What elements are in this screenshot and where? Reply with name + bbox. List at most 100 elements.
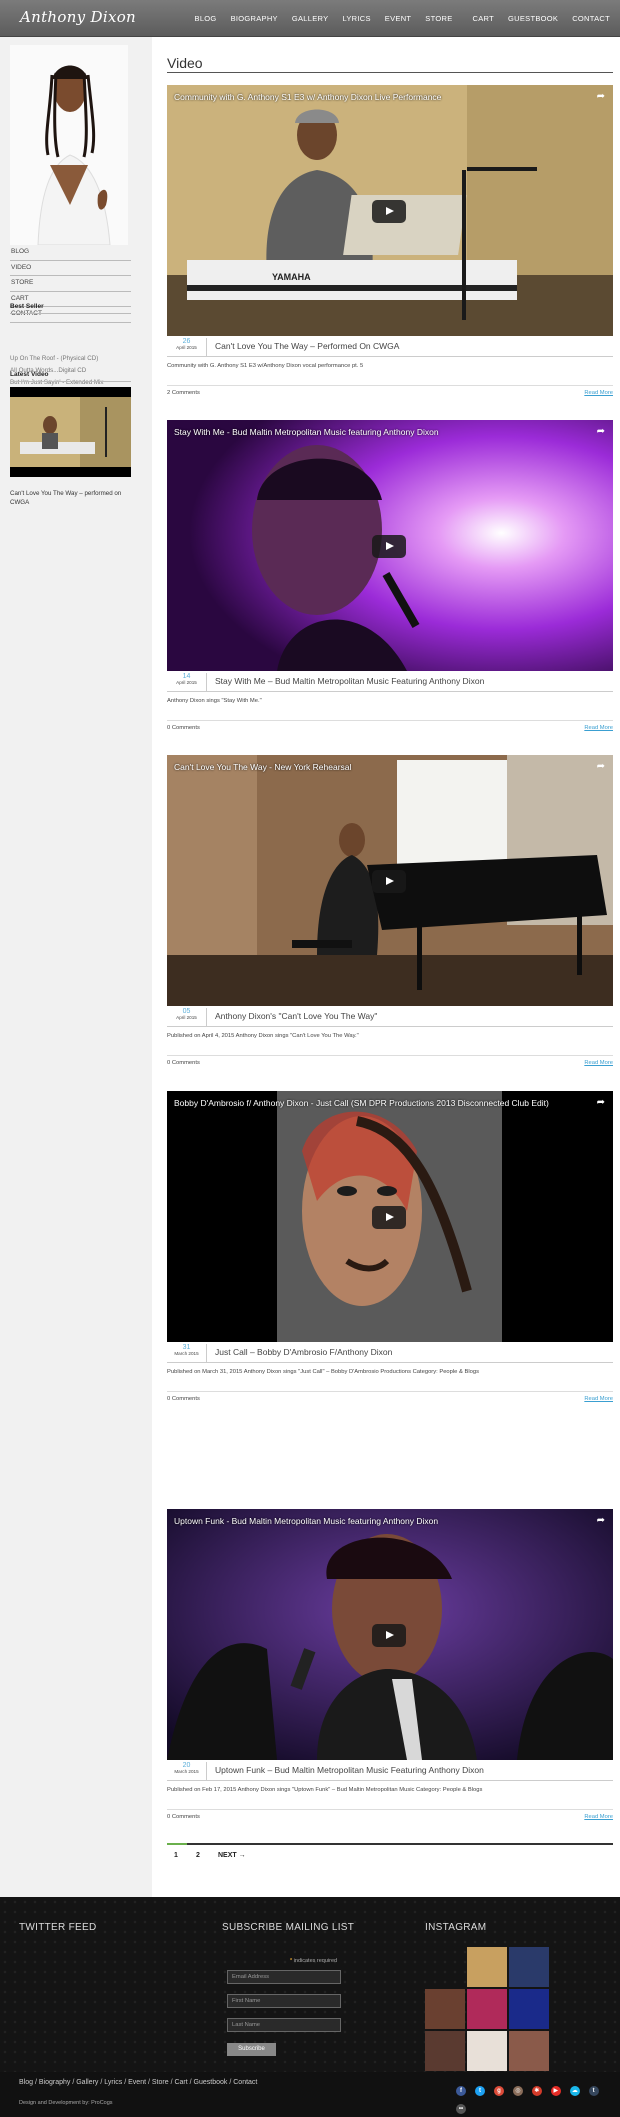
share-icon[interactable]: ➦ <box>597 1097 605 1108</box>
video-title[interactable]: Community with G. Anthony S1 E3 w/ Antho… <box>174 92 441 102</box>
play-button[interactable] <box>372 1206 406 1229</box>
play-button[interactable] <box>372 870 406 893</box>
video-player[interactable]: Bobby D'Ambrosio f/ Anthony Dixon - Just… <box>167 1091 613 1342</box>
video-title[interactable]: Can't Love You The Way - New York Rehear… <box>174 762 351 772</box>
post-title[interactable]: Anthony Dixon's "Can't Love You The Way" <box>215 1011 377 1021</box>
best-seller-item[interactable]: Up On The Roof - (Physical CD) <box>10 355 104 367</box>
post-title[interactable]: Just Call – Bobby D'Ambrosio F/Anthony D… <box>215 1347 392 1357</box>
comments-link[interactable]: 0 Comments <box>167 725 200 731</box>
last-name-field[interactable]: Last Name <box>227 2018 341 2032</box>
nav-gallery[interactable]: GALLERY <box>292 14 329 23</box>
instagram-photo[interactable] <box>467 1989 507 2029</box>
footer-link-event[interactable]: Event <box>128 2079 146 2086</box>
youtube-icon[interactable]: ▶ <box>550 2086 561 2096</box>
nav-biography[interactable]: BIOGRAPHY <box>231 14 278 23</box>
pagination-active-indicator <box>167 1843 187 1845</box>
video-title[interactable]: Bobby D'Ambrosio f/ Anthony Dixon - Just… <box>174 1098 549 1108</box>
page-1-link[interactable]: 1 <box>174 1852 178 1859</box>
facebook-icon[interactable]: f <box>456 2086 466 2096</box>
footer-link-store[interactable]: Store <box>152 2079 169 2086</box>
google-plus-icon[interactable]: g <box>493 2086 504 2096</box>
site-logo[interactable]: Anthony Dixon <box>20 8 136 26</box>
video-title[interactable]: Uptown Funk - Bud Maltin Metropolitan Mu… <box>174 1516 438 1526</box>
latest-video-caption[interactable]: Can't Love You The Way – performed on CW… <box>10 489 135 507</box>
video-player[interactable]: Uptown Funk - Bud Maltin Metropolitan Mu… <box>167 1509 613 1760</box>
instagram-icon[interactable]: ◎ <box>512 2086 523 2096</box>
footer-link-biography[interactable]: Biography <box>39 2079 71 2086</box>
video-post: Stay With Me - Bud Maltin Metropolitan M… <box>167 420 613 734</box>
twitter-icon[interactable]: t <box>474 2086 485 2096</box>
comments-link[interactable]: 0 Comments <box>167 1814 200 1820</box>
instagram-photo[interactable] <box>467 2031 507 2071</box>
post-title[interactable]: Can't Love You The Way – Performed On CW… <box>215 341 399 351</box>
page-2-link[interactable]: 2 <box>196 1852 200 1859</box>
read-more-link[interactable]: Read More <box>584 1060 613 1066</box>
instagram-photo[interactable] <box>509 1989 549 2029</box>
footer-link-blog[interactable]: Blog <box>19 2079 33 2086</box>
share-icon[interactable]: ➦ <box>597 91 605 102</box>
instagram-photo[interactable] <box>425 2031 465 2071</box>
footer-link-lyrics[interactable]: Lyrics <box>104 2079 122 2086</box>
post-footer: 0 Comments Read More <box>167 1055 613 1069</box>
sidebar-item-blog[interactable]: BLOG <box>10 245 131 261</box>
soundcloud-icon[interactable]: ☁ <box>569 2086 580 2096</box>
nav-store[interactable]: STORE <box>425 14 452 23</box>
next-page-link[interactable]: NEXT → <box>218 1852 246 1859</box>
video-player[interactable]: Stay With Me - Bud Maltin Metropolitan M… <box>167 420 613 671</box>
post-date: 14 April 2015 <box>167 673 207 691</box>
sidebar-item-store[interactable]: STORE <box>10 276 131 292</box>
read-more-link[interactable]: Read More <box>584 390 613 396</box>
comments-link[interactable]: 2 Comments <box>167 390 200 396</box>
share-icon[interactable]: ➦ <box>597 1515 605 1526</box>
subscribe-button[interactable]: Subscribe <box>227 2043 276 2056</box>
instagram-photo[interactable] <box>509 1947 549 1987</box>
share-icon[interactable]: ➦ <box>597 426 605 437</box>
post-excerpt: Published on Feb 17, 2015 Anthony Dixon … <box>167 1787 483 1793</box>
video-player[interactable]: Can't Love You The Way - New York Rehear… <box>167 755 613 1006</box>
instagram-photo[interactable] <box>467 1947 507 1987</box>
footer-link-guestbook[interactable]: Guestbook <box>194 2079 228 2086</box>
bottom-bar: Blog / Biography / Gallery / Lyrics / Ev… <box>0 2072 620 2117</box>
read-more-link[interactable]: Read More <box>584 725 613 731</box>
post-excerpt: Community with G. Anthony S1 E3 w/Anthon… <box>167 363 364 369</box>
post-title[interactable]: Stay With Me – Bud Maltin Metropolitan M… <box>215 676 484 686</box>
post-month: April 2015 <box>176 680 197 685</box>
email-field[interactable]: Email Address <box>227 1970 341 1984</box>
twitter-feed-heading: TWITTER FEED <box>19 1922 97 1933</box>
nav-event[interactable]: EVENT <box>385 14 412 23</box>
nav-contact[interactable]: CONTACT <box>572 14 610 23</box>
site-footer: TWITTER FEED SUBSCRIBE MAILING LIST INST… <box>0 1897 620 2072</box>
tumblr-icon[interactable]: t <box>588 2086 599 2096</box>
post-excerpt: Anthony Dixon sings "Stay With Me." <box>167 698 262 704</box>
nav-guestbook[interactable]: GUESTBOOK <box>508 14 558 23</box>
instagram-photo[interactable] <box>509 2031 549 2071</box>
latest-video-thumbnail[interactable] <box>10 387 131 477</box>
footer-link-contact[interactable]: Contact <box>233 2079 257 2086</box>
video-title[interactable]: Stay With Me - Bud Maltin Metropolitan M… <box>174 427 439 437</box>
footer-link-cart[interactable]: Cart <box>174 2079 187 2086</box>
play-button[interactable] <box>372 535 406 558</box>
comments-link[interactable]: 0 Comments <box>167 1396 200 1402</box>
instagram-photo[interactable] <box>425 1989 465 2029</box>
read-more-link[interactable]: Read More <box>584 1396 613 1402</box>
reverbnation-icon[interactable]: ✱ <box>531 2086 542 2096</box>
post-meta: 26 April 2015 Can't Love You The Way – P… <box>167 336 613 357</box>
flickr-icon[interactable]: •• <box>456 2104 466 2114</box>
nav-blog[interactable]: BLOG <box>195 14 217 23</box>
play-button[interactable] <box>372 200 406 223</box>
footer-links: Blog / Biography / Gallery / Lyrics / Ev… <box>19 2079 258 2086</box>
nav-cart[interactable]: CART <box>473 14 494 23</box>
post-meta: 31 March 2015 Just Call – Bobby D'Ambros… <box>167 1342 613 1363</box>
nav-lyrics[interactable]: LYRICS <box>342 14 370 23</box>
sidebar: BLOG VIDEO STORE CART CONTACT Best Selle… <box>0 37 140 1897</box>
read-more-link[interactable]: Read More <box>584 1814 613 1820</box>
footer-link-gallery[interactable]: Gallery <box>76 2079 98 2086</box>
share-icon[interactable]: ➦ <box>597 761 605 772</box>
play-button[interactable] <box>372 1624 406 1647</box>
post-excerpt: Published on March 31, 2015 Anthony Dixo… <box>167 1369 479 1375</box>
post-title[interactable]: Uptown Funk – Bud Maltin Metropolitan Mu… <box>215 1765 484 1775</box>
comments-link[interactable]: 0 Comments <box>167 1060 200 1066</box>
first-name-field[interactable]: First Name <box>227 1994 341 2008</box>
video-player[interactable]: YAMAHA Community with G. Anthony S1 E3 w… <box>167 85 613 336</box>
sidebar-item-video[interactable]: VIDEO <box>10 261 131 276</box>
